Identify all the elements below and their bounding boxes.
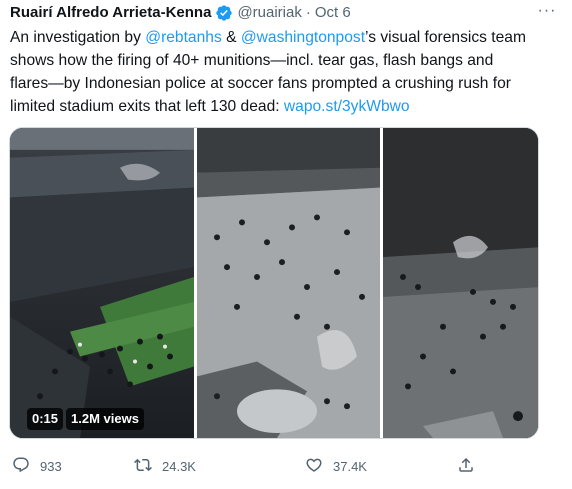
- verified-badge-icon: [215, 4, 233, 22]
- share-icon: [457, 456, 475, 477]
- article-link[interactable]: wapo.st/3ykWbwo: [284, 98, 410, 115]
- video-frame-exit: [383, 128, 538, 438]
- tweet-line-3: flares—by Indonesian police at soccer fa…: [10, 75, 511, 92]
- heart-icon: [305, 456, 323, 477]
- author-name[interactable]: Ruairí Alfredo Arrieta-Kenna: [10, 4, 211, 22]
- video-duration: 0:15: [27, 408, 64, 430]
- tweet: Ruairí Alfredo Arrieta-Kenna @ruairiak ·…: [0, 0, 572, 489]
- author-handle[interactable]: @ruairiak: [237, 4, 301, 22]
- tweet-header: Ruairí Alfredo Arrieta-Kenna @ruairiak ·…: [10, 4, 351, 22]
- reply-count: 933: [40, 458, 62, 474]
- mention-washingtonpost[interactable]: @washingtonpost: [241, 29, 365, 46]
- tweet-text-segment: &: [221, 29, 241, 46]
- tweet-line-4: limited stadium exits that left 130 dead…: [10, 95, 562, 118]
- more-options-icon[interactable]: ···: [536, 2, 558, 20]
- tweet-text: An investigation by @rebtanhs & @washing…: [10, 26, 562, 118]
- reply-button[interactable]: 933: [12, 455, 62, 477]
- tweet-text-segment: limited stadium exits that left 130 dead…: [10, 98, 284, 115]
- like-button[interactable]: 37.4K: [305, 455, 367, 477]
- tweet-text-segment: An investigation by: [10, 29, 146, 46]
- retweet-icon: [134, 456, 152, 477]
- reply-icon: [12, 456, 30, 477]
- tweet-text-segment: ’s visual forensics team: [365, 29, 526, 46]
- tweet-line-2: shows how the firing of 40+ munitions—in…: [10, 52, 494, 69]
- retweet-button[interactable]: 24.3K: [134, 455, 196, 477]
- video-badges: 0:15 1.2M views: [27, 408, 144, 430]
- video-views: 1.2M views: [66, 408, 144, 430]
- mention-rebtanhs[interactable]: @rebtanhs: [145, 29, 222, 46]
- video-player[interactable]: 0:15 1.2M views: [9, 127, 539, 439]
- video-frame-pitch: [197, 128, 380, 438]
- video-frame-stadium-stands: [10, 128, 194, 438]
- tweet-date[interactable]: Oct 6: [315, 4, 351, 22]
- retweet-count: 24.3K: [162, 458, 196, 474]
- tweet-line-1: An investigation by @rebtanhs & @washing…: [10, 26, 562, 49]
- tweet-actions: 933 24.3K 37.4K: [10, 455, 480, 477]
- share-button[interactable]: [457, 455, 475, 477]
- like-count: 37.4K: [333, 458, 367, 474]
- separator-dot: ·: [305, 4, 311, 21]
